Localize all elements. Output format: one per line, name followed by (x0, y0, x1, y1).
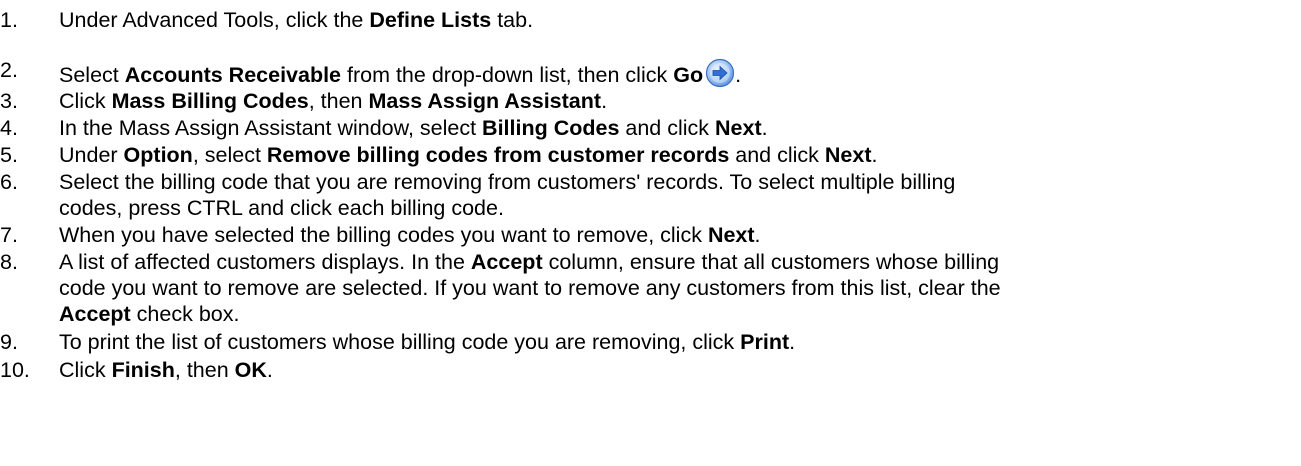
go-arrow-icon-svg (705, 58, 735, 88)
step-number: 8. (0, 250, 18, 274)
define-lists-tab-label: Define Lists (369, 8, 492, 32)
step-number: 4. (0, 116, 18, 140)
step-text: In the Mass Assign Assistant window, sel… (59, 116, 768, 140)
step-number: 5. (0, 143, 18, 167)
step-text: Click Finish, then OK. (59, 358, 273, 382)
step-number: 1. (0, 8, 18, 32)
step-text: To print the list of customers whose bil… (59, 330, 796, 354)
step-number: 6. (0, 170, 18, 194)
step-text-line-2: code you want to remove are selected. If… (59, 276, 1001, 300)
step-text-line-1: Select the billing code that you are rem… (59, 170, 956, 194)
step-text-line-3: Accept check box. (59, 302, 240, 326)
step-text-line-2: codes, press CTRL and click each billing… (59, 196, 504, 220)
step-number: 3. (0, 89, 18, 113)
step-text: Click Mass Billing Codes, then Mass Assi… (59, 89, 608, 113)
step-number: 7. (0, 223, 18, 247)
go-label: Go (673, 63, 704, 87)
step-text: Under Advanced Tools, click the Define L… (59, 8, 534, 32)
instruction-list: 1. Under Advanced Tools, click the Defin… (0, 0, 1301, 466)
step-text: When you have selected the billing codes… (59, 223, 761, 247)
step-number: 9. (0, 330, 18, 354)
step-text-line-1: A list of affected customers displays. I… (59, 250, 1000, 274)
step-text: Under Option, select Remove billing code… (59, 143, 878, 167)
step-number: 2. (0, 58, 18, 82)
go-arrow-icon (705, 58, 735, 94)
step-number: 10. (0, 358, 30, 382)
